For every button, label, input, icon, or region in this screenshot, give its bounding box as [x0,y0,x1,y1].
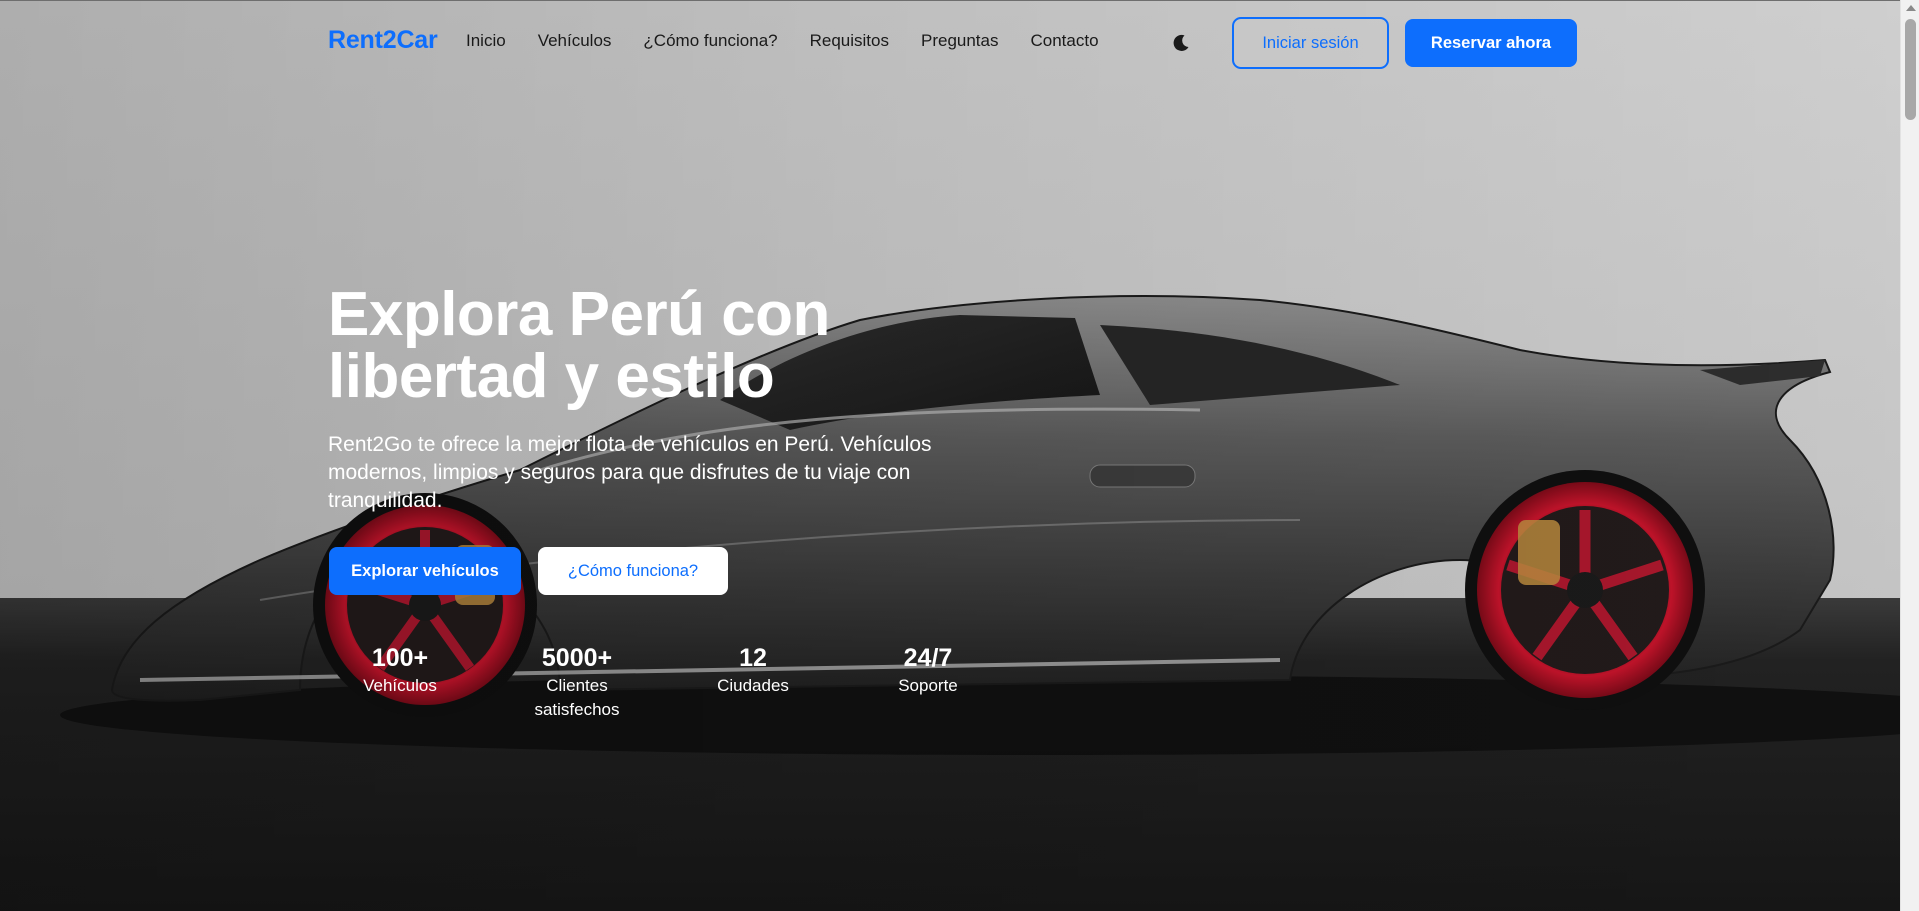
scroll-thumb[interactable] [1905,19,1916,120]
nav-item-vehiculos[interactable]: Vehículos [538,31,612,51]
hero-title: Explora Perú con libertad y estilo [328,280,830,411]
brand-logo[interactable]: Rent2Car [328,26,438,55]
stat-value: 24/7 [903,644,953,672]
stat-cities: 12 Ciudades [673,642,833,698]
stat-vehicles: 100+ Vehículos [320,642,480,698]
hero-subtitle: Rent2Go te ofrece la mejor flota de vehí… [328,433,932,512]
nav-item-contacto[interactable]: Contacto [1030,31,1098,51]
scroll-up-arrow-icon[interactable] [1906,5,1916,11]
main-navbar: Rent2Car Inicio Vehículos ¿Cómo funciona… [0,0,1900,84]
login-button[interactable]: Iniciar sesión [1232,17,1389,69]
reserve-now-button[interactable]: Reservar ahora [1405,19,1577,67]
nav-item-preguntas[interactable]: Preguntas [921,31,999,51]
hero-stats: 100+ Vehículos 5000+ Clientes satisfecho… [0,642,1919,732]
stat-clients: 5000+ Clientes satisfechos [497,642,657,722]
stat-label: Soporte [898,676,958,695]
explore-vehicles-button[interactable]: Explorar vehículos [329,547,521,595]
stat-value: 12 [739,644,767,672]
stat-label: Ciudades [717,676,789,695]
nav-item-inicio[interactable]: Inicio [466,31,506,51]
moon-icon[interactable] [1170,32,1192,54]
nav-links: Inicio Vehículos ¿Cómo funciona? Requisi… [466,31,1131,51]
stat-value: 100+ [371,644,429,672]
page-scrollbar[interactable] [1900,0,1919,911]
how-it-works-button[interactable]: ¿Cómo funciona? [538,547,728,595]
stat-support: 24/7 Soporte [848,642,1008,698]
stat-value: 5000+ [541,644,613,672]
nav-item-como-funciona[interactable]: ¿Cómo funciona? [643,31,777,51]
stat-label: Vehículos [363,676,437,695]
hero-section: Explora Perú con libertad y estilo Rent2… [0,0,1919,911]
nav-item-requisitos[interactable]: Requisitos [810,31,889,51]
stat-label: Clientes satisfechos [534,676,620,719]
